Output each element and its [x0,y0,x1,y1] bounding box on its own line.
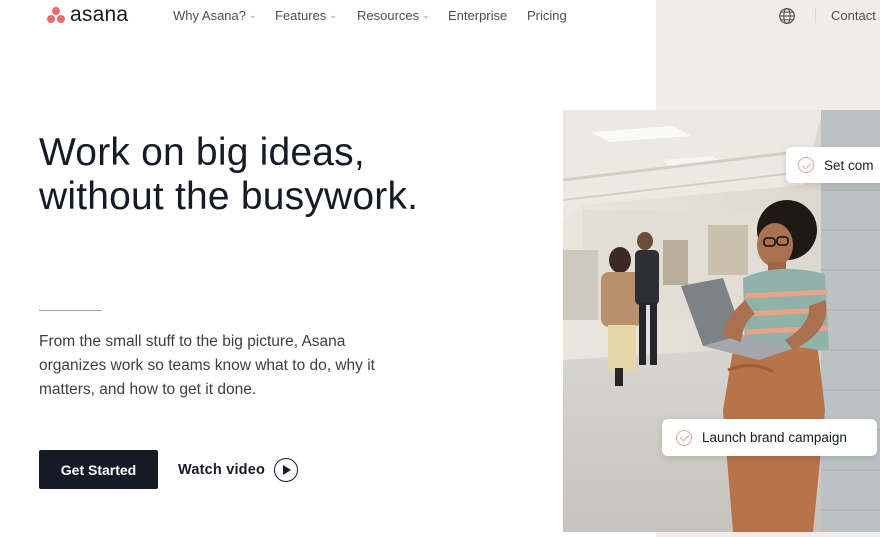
hero-divider [39,310,102,311]
globe-icon[interactable] [778,7,796,25]
checkmark-circle-icon [798,157,814,173]
asana-logo[interactable]: asana [46,4,128,26]
task-card-launch-brand-campaign: Launch brand campaign [662,419,877,456]
task-card-label: Set com [824,157,874,173]
headline-line-2: without the busywork. [39,175,419,218]
nav-features[interactable]: Features ⌄ [275,8,337,23]
checkmark-circle-icon [676,429,692,446]
chevron-down-icon: ⌄ [249,10,257,20]
nav-pricing-label: Pricing [527,8,567,23]
logo-wordmark: asana [70,3,129,26]
headline-line-1: Work on big ideas, [39,131,365,174]
nav-resources-label: Resources [357,8,420,23]
nav-why-asana[interactable]: Why Asana? ⌄ [173,8,257,23]
nav-divider [815,8,816,23]
get-started-button[interactable]: Get Started [39,450,158,489]
hero-subtext: From the small stuff to the big picture,… [39,333,375,398]
nav-features-label: Features [275,8,327,23]
nav-why-asana-label: Why Asana? [173,8,246,23]
nav-resources[interactable]: Resources ⌄ [357,8,430,23]
task-card-set-com: Set com [786,147,880,183]
top-navigation: asana Why Asana? ⌄ Features ⌄ Resources … [0,0,880,32]
play-icon [274,458,299,482]
nav-pricing[interactable]: Pricing [527,8,567,23]
nav-enterprise-label: Enterprise [448,8,508,23]
asana-logo-icon [46,6,66,24]
nav-enterprise[interactable]: Enterprise [448,8,507,23]
chevron-down-icon: ⌄ [329,10,337,20]
chevron-down-icon: ⌄ [422,10,430,20]
watch-video-button[interactable]: Watch video [178,456,299,484]
watch-video-label: Watch video [178,462,266,478]
task-card-label: Launch brand campaign [702,430,847,445]
hero-headline: Work on big ideas, without the busywork. [39,131,519,219]
nav-contact[interactable]: Contact [831,8,876,23]
